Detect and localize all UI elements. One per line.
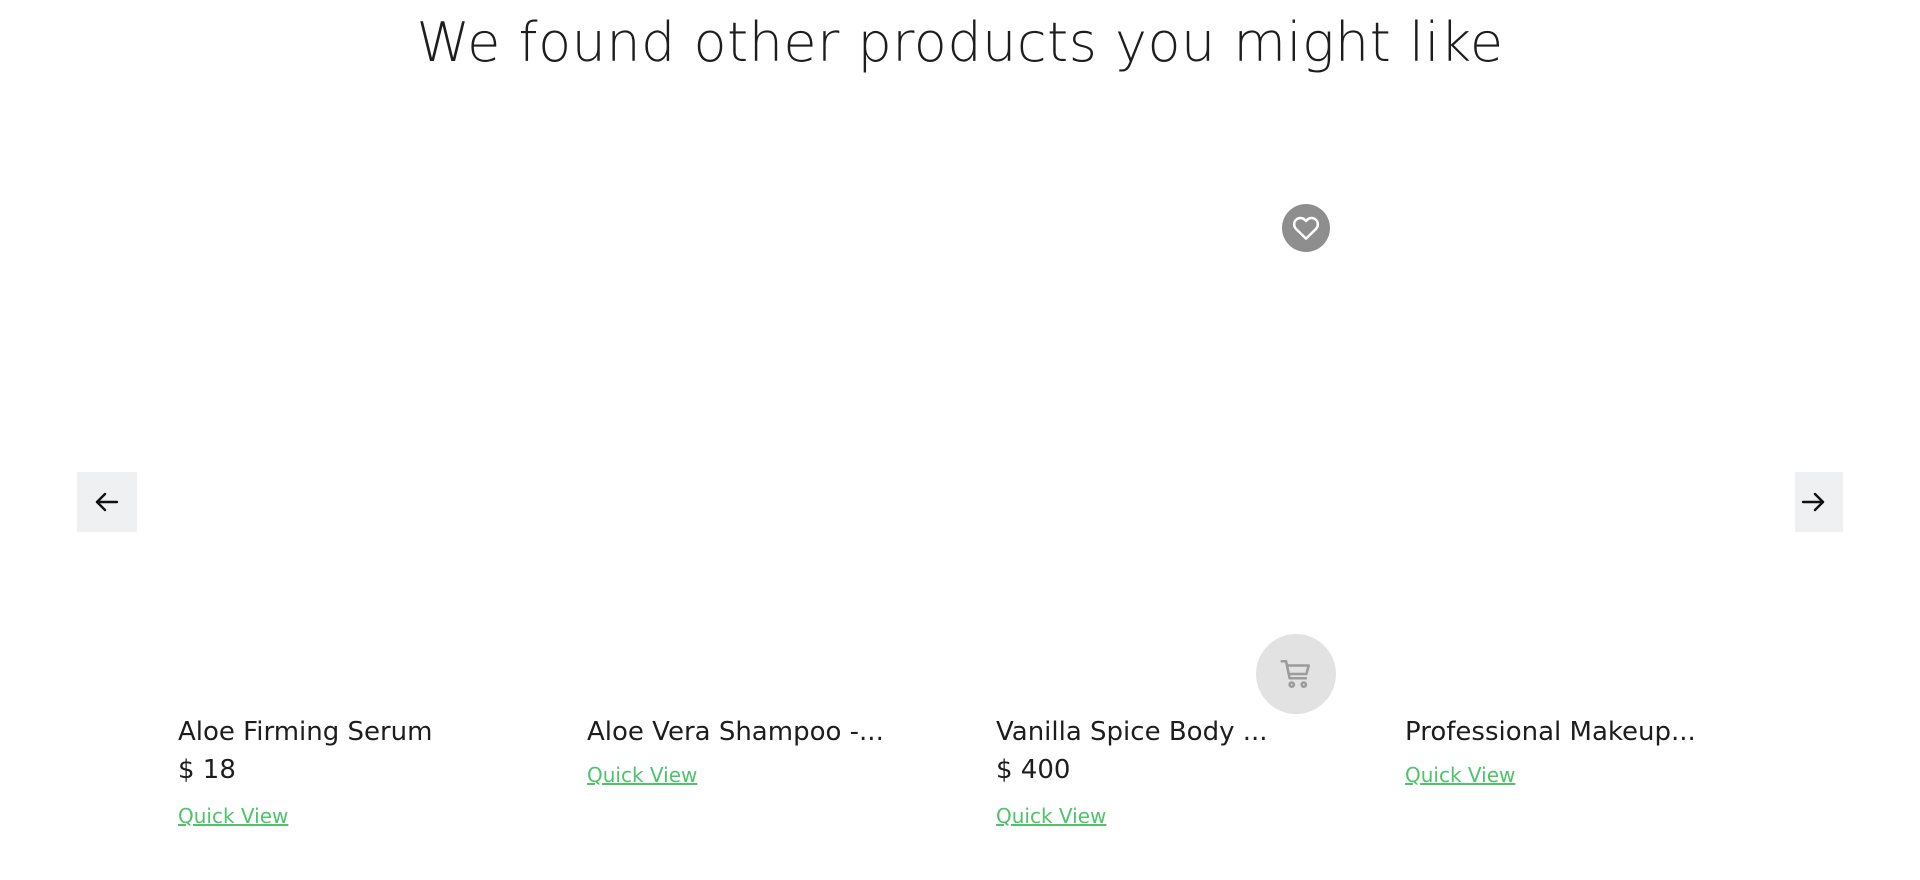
product-price: $ 400 (996, 755, 1071, 785)
product-image[interactable] (178, 130, 568, 710)
product-image[interactable] (1405, 130, 1795, 710)
product-card[interactable]: Aloe Vera Shampoo -... Quick View (587, 130, 977, 850)
product-card[interactable]: Professional Makeup... Quick View (1405, 130, 1795, 850)
quick-view-link[interactable]: Quick View (587, 761, 697, 789)
add-to-cart-button[interactable] (1256, 634, 1336, 714)
quick-view-link[interactable]: Quick View (1405, 761, 1515, 789)
quick-view-link[interactable]: Quick View (178, 802, 288, 830)
recommendations-section: We found other products you might like A… (0, 0, 1920, 880)
heart-icon (1292, 216, 1320, 240)
quick-view-link[interactable]: Quick View (996, 802, 1106, 830)
product-name[interactable]: Vanilla Spice Body ... (996, 714, 1268, 750)
add-to-wishlist-button[interactable] (1282, 204, 1330, 252)
carousel-prev-button[interactable] (77, 472, 137, 532)
product-name[interactable]: Aloe Vera Shampoo -... (587, 714, 884, 750)
product-price: $ 18 (178, 755, 236, 785)
arrow-left-icon (95, 492, 119, 512)
product-name[interactable]: Aloe Firming Serum (178, 714, 433, 750)
product-name[interactable]: Professional Makeup... (1405, 714, 1696, 750)
arrow-right-icon (1801, 492, 1825, 512)
product-card[interactable]: Aloe Firming Serum $ 18 Quick View (178, 130, 568, 850)
product-image[interactable] (587, 130, 977, 710)
shopping-cart-icon (1280, 659, 1311, 689)
section-heading: We found other products you might like (416, 11, 1504, 74)
